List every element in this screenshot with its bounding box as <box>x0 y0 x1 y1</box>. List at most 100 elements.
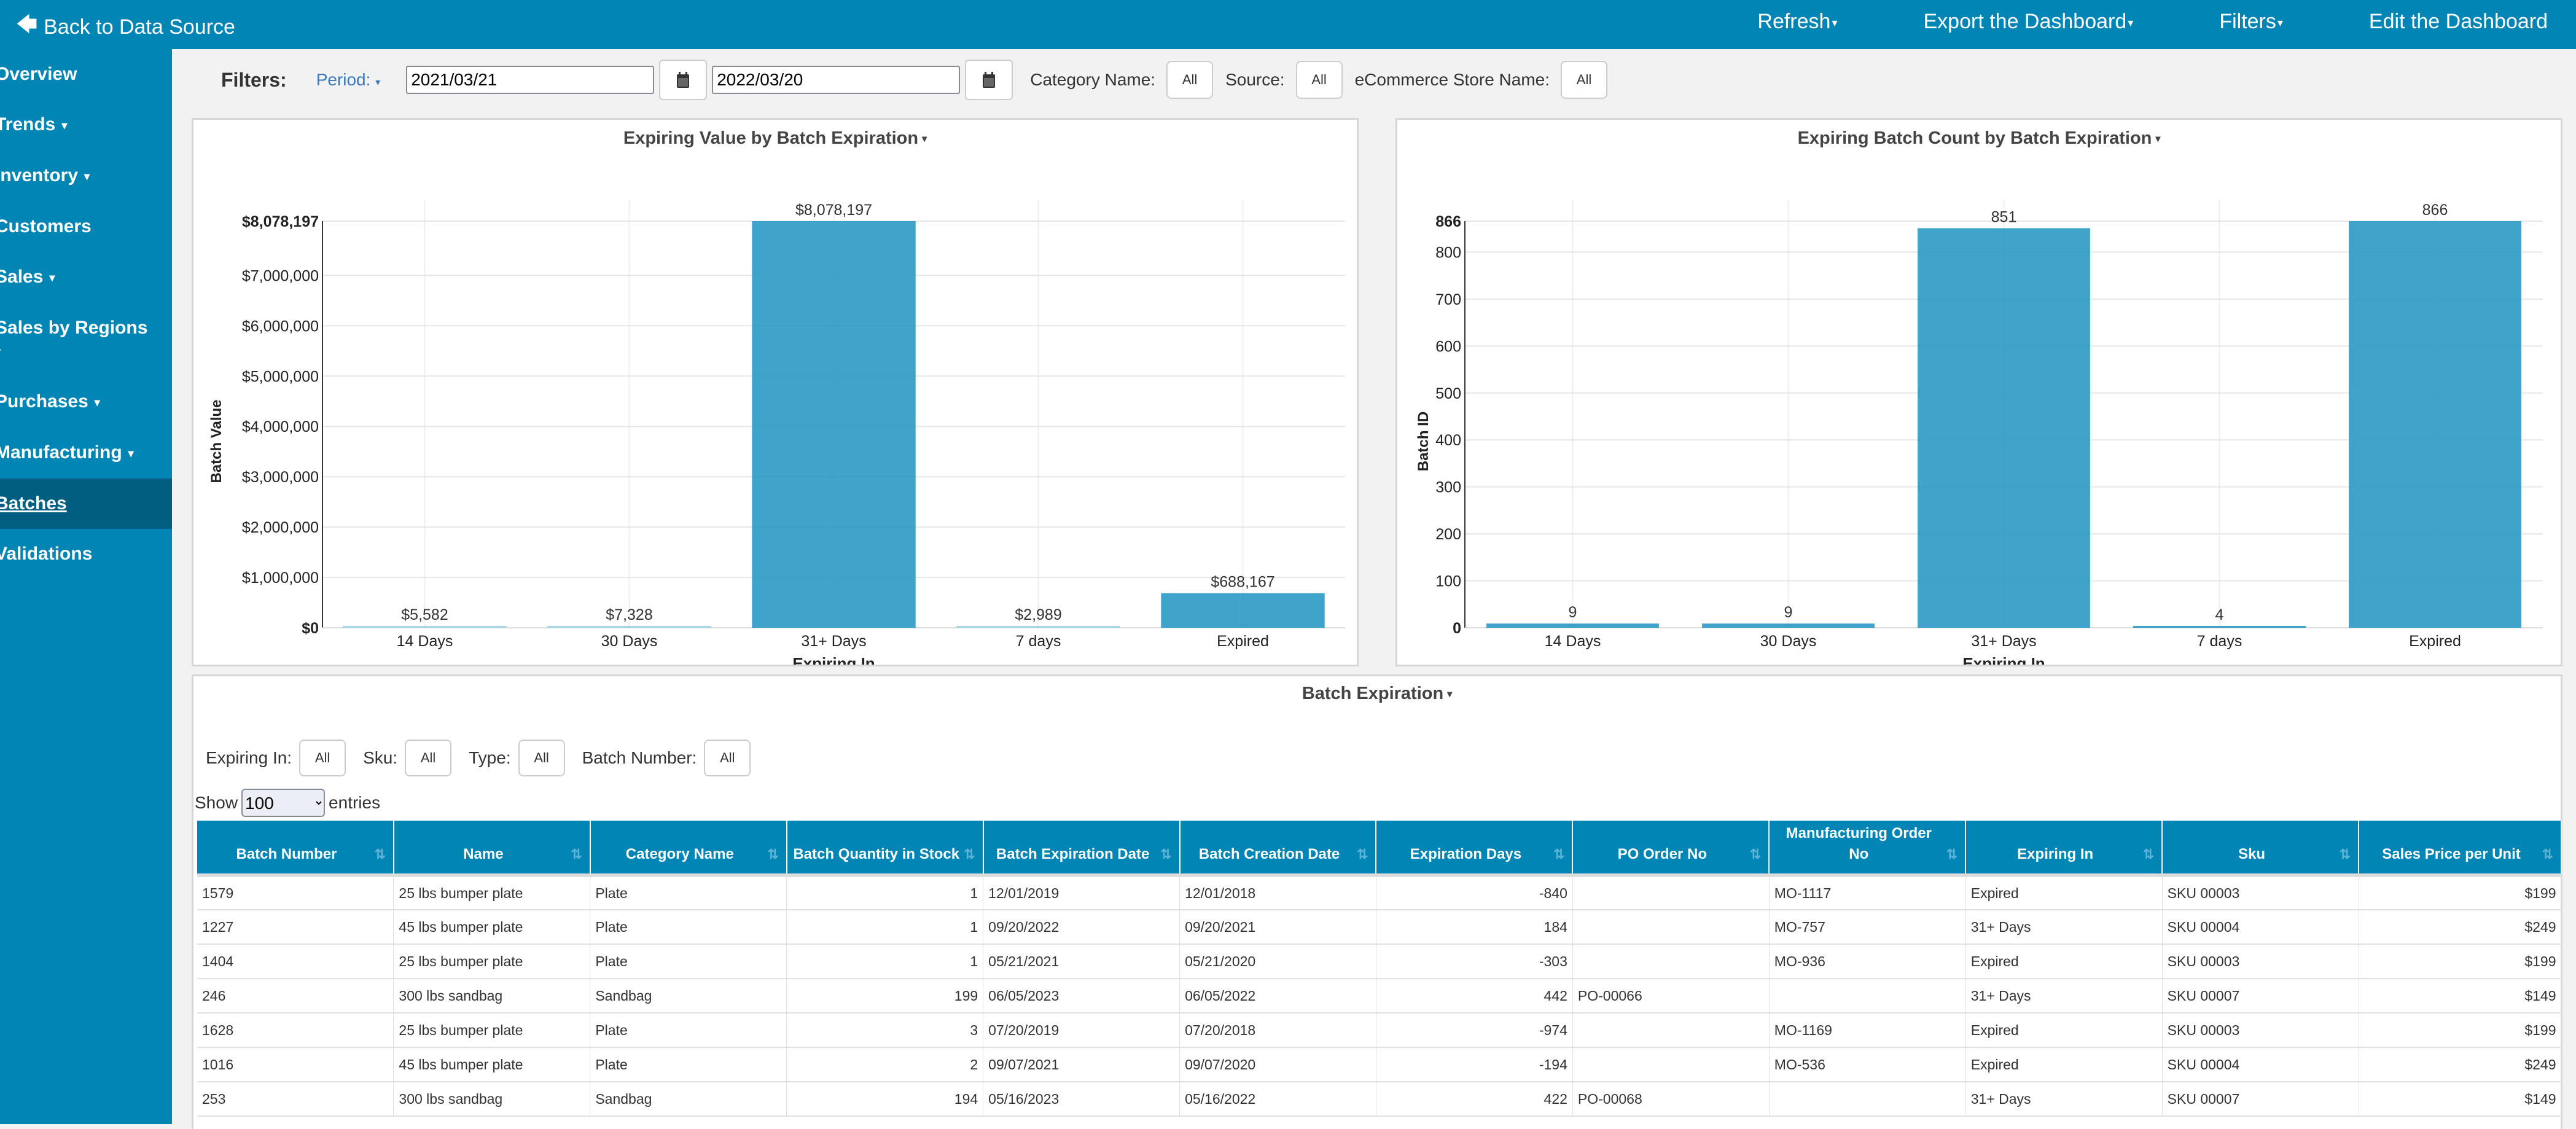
bar-value-label: 9 <box>1784 604 1793 621</box>
section-title-text: Batch Expiration <box>1302 684 1444 703</box>
sidebar-item-customers[interactable]: Customers <box>0 201 172 252</box>
filters-label: Filters <box>2219 10 2276 33</box>
period-dropdown[interactable]: Period: ▾ <box>316 70 381 90</box>
table-cell: 31+ Days <box>1965 1082 2163 1117</box>
sort-icon[interactable]: ⇅ <box>571 844 582 865</box>
column-header[interactable]: Expiration Days ⇅ <box>1376 821 1574 877</box>
column-header[interactable]: Batch Number ⇅ <box>197 821 394 877</box>
type-filter[interactable]: All <box>518 740 565 776</box>
column-header[interactable]: Batch Expiration Date ⇅ <box>983 821 1181 877</box>
table-cell: 07/20/2018 <box>1179 1013 1376 1048</box>
y-tick-label: 200 <box>1435 526 1461 543</box>
column-header[interactable]: Manufacturing Order No ⇅ <box>1769 821 1967 877</box>
sort-icon[interactable]: ⇅ <box>1160 844 1171 865</box>
table-row[interactable]: 1227 45 lbs bumper plate Plate 1 09/20/2022 0… <box>197 910 2562 945</box>
table-cell: 442 <box>1376 979 1573 1014</box>
table-cell: 422 <box>1376 1082 1573 1117</box>
column-header[interactable]: Category Name ⇅ <box>590 821 787 877</box>
sidebar-item-inventory[interactable]: Inventory ▾ <box>0 150 172 201</box>
table-cell: 253 <box>197 1082 394 1117</box>
column-header[interactable]: Sales Price per Unit ⇅ <box>2359 821 2562 877</box>
sidebar-item-manufacturing[interactable]: Manufacturing ▾ <box>0 428 172 479</box>
table-cell: MO-936 <box>1769 944 1966 979</box>
column-header[interactable]: Batch Creation Date ⇅ <box>1179 821 1377 877</box>
x-tick-label: Expired <box>2409 633 2461 650</box>
table-cell: 184 <box>1376 910 1573 945</box>
edit-dashboard-link[interactable]: Edit the Dashboard <box>2369 10 2548 34</box>
edit-label: Edit the Dashboard <box>2368 10 2548 33</box>
table-cell: $199 <box>2359 944 2562 979</box>
start-date-calendar-button[interactable] <box>659 60 708 100</box>
sidebar-item-purchases[interactable]: Purchases ▾ <box>0 377 172 428</box>
expiring-in-filter[interactable]: All <box>299 740 346 776</box>
sort-icon[interactable]: ⇅ <box>2542 844 2553 865</box>
table-cell: 31+ Days <box>1965 910 2163 945</box>
filters-menu[interactable]: Filters ▾ <box>2219 10 2283 34</box>
sort-icon[interactable]: ⇅ <box>767 844 778 865</box>
start-date-input[interactable] <box>406 66 655 94</box>
sort-icon[interactable]: ⇅ <box>1553 844 1564 865</box>
sidebar-item-label: Overview <box>0 64 77 84</box>
sidebar-item-label: Purchases <box>0 391 88 412</box>
end-date-calendar-button[interactable] <box>965 60 1013 100</box>
table-cell: 05/21/2020 <box>1179 944 1376 979</box>
back-to-data-source-link[interactable]: 🡄 Back to Data Source <box>16 10 235 45</box>
arrow-left-icon: 🡄 <box>16 13 38 36</box>
column-header[interactable]: Name ⇅ <box>393 821 591 877</box>
bar <box>1918 228 2090 628</box>
table-row[interactable]: 253 300 lbs sandbag Sandbag 194 05/16/2023 05… <box>197 1082 2562 1117</box>
expiring-count-chart-panel: Expiring Batch Count by Batch Expiration… <box>1395 118 2562 666</box>
refresh-menu[interactable]: Refresh ▾ <box>1757 10 1837 34</box>
sidebar-item-overview[interactable]: Overview <box>0 49 172 100</box>
sort-icon[interactable]: ⇅ <box>2143 844 2154 865</box>
source-filter[interactable]: All <box>1295 61 1343 99</box>
sidebar-item-sales[interactable]: Sales ▾ <box>0 252 172 303</box>
sort-icon[interactable]: ⇅ <box>1946 844 1957 865</box>
batch-expiration-title[interactable]: Batch Expiration ▾ <box>193 684 2561 704</box>
sidebar-item-sales-by-regions[interactable]: Sales by Regions▾ <box>0 303 161 377</box>
column-header[interactable]: PO Order No ⇅ <box>1572 821 1770 877</box>
table-row[interactable]: 1016 45 lbs bumper plate Plate 2 09/07/2021 0… <box>197 1047 2562 1082</box>
table-row[interactable]: 1628 25 lbs bumper plate Plate 3 07/20/2019 0… <box>197 1013 2562 1048</box>
table-cell: 06/05/2022 <box>1179 979 1376 1014</box>
sidebar-item-trends[interactable]: Trends ▾ <box>0 100 172 150</box>
entries-select[interactable]: 100 <box>241 789 326 817</box>
sort-icon[interactable]: ⇅ <box>1750 844 1761 865</box>
table-row[interactable]: 1404 25 lbs bumper plate Plate 1 05/21/2021 0… <box>197 944 2562 979</box>
sort-icon[interactable]: ⇅ <box>964 844 975 865</box>
x-tick-label: 31+ Days <box>801 633 866 650</box>
column-header[interactable]: Sku ⇅ <box>2162 821 2360 877</box>
sort-icon[interactable]: ⇅ <box>374 844 385 865</box>
end-date-input[interactable] <box>712 66 961 94</box>
sort-icon[interactable]: ⇅ <box>2340 844 2351 865</box>
store-name-filter[interactable]: All <box>1561 61 1608 99</box>
y-tick-label: $7,000,000 <box>242 267 319 284</box>
expiring-count-bar-chart: 0 100 200 300 400 500 600 700 800 866 9 14 Days 9 30 … <box>1415 200 2543 665</box>
x-tick-label: 30 Days <box>601 633 658 650</box>
sku-filter[interactable]: All <box>405 740 452 776</box>
table-cell <box>1572 875 1770 910</box>
sort-icon[interactable]: ⇅ <box>1357 844 1368 865</box>
y-tick-label: 500 <box>1435 385 1461 402</box>
table-row[interactable]: 1579 25 lbs bumper plate Plate 1 12/01/2019 1… <box>197 875 2562 910</box>
export-dashboard-menu[interactable]: Export the Dashboard ▾ <box>1924 10 2134 34</box>
table-cell: 1 <box>786 944 984 979</box>
caret-down-icon: ▾ <box>2277 16 2283 29</box>
sidebar-item-validations[interactable]: Validations <box>0 529 172 579</box>
y-tick-label: 600 <box>1435 338 1461 355</box>
expiring-value-chart-panel: Expiring Value by Batch Expiration ▾ $0 $1… <box>192 118 1359 666</box>
batch-number-filter[interactable]: All <box>704 740 751 776</box>
column-header[interactable]: Expiring In ⇅ <box>1965 821 2163 877</box>
table-cell: PO-00066 <box>1572 979 1770 1014</box>
x-tick-label: 14 Days <box>1545 633 1601 650</box>
column-header[interactable]: Batch Quantity in Stock ⇅ <box>786 821 984 877</box>
sidebar-item-batches[interactable]: Batches <box>0 479 172 529</box>
table-row[interactable]: 246 300 lbs sandbag Sandbag 199 06/05/2023 06… <box>197 979 2562 1014</box>
table-cell: 194 <box>786 1082 984 1117</box>
column-header-label: Name <box>463 846 504 862</box>
bar <box>2349 221 2521 628</box>
table-filters: Expiring In: All Sku: All Type: All Batc… <box>206 740 768 776</box>
table-cell: 07/20/2019 <box>983 1013 1181 1048</box>
table-cell: 199 <box>786 979 984 1014</box>
category-name-filter[interactable]: All <box>1166 61 1214 99</box>
